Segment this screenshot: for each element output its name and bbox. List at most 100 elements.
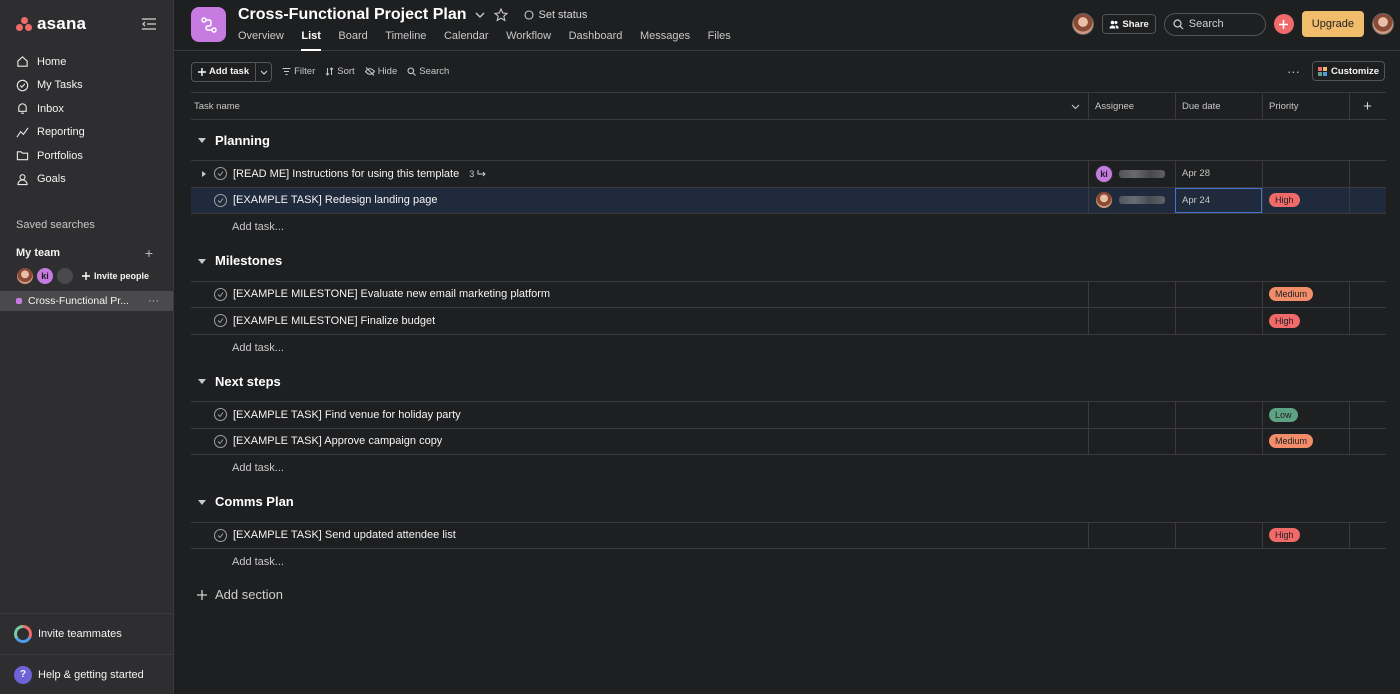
- task-name[interactable]: [EXAMPLE MILESTONE] Finalize budget: [233, 315, 435, 327]
- assignee-cell[interactable]: ki: [1088, 161, 1175, 187]
- global-search-input[interactable]: Search: [1163, 12, 1266, 36]
- tab-workflow[interactable]: Workflow: [506, 30, 551, 51]
- section-header[interactable]: Next steps: [191, 361, 1386, 402]
- assignee-cell[interactable]: [1088, 187, 1175, 213]
- task-name[interactable]: [EXAMPLE MILESTONE] Evaluate new email m…: [233, 288, 550, 300]
- assignee-cell[interactable]: [1088, 402, 1175, 428]
- caret-down-icon[interactable]: [197, 136, 207, 144]
- assignee-cell[interactable]: [1088, 308, 1175, 334]
- caret-right-icon[interactable]: [200, 170, 208, 178]
- task-name[interactable]: [EXAMPLE TASK] Approve campaign copy: [233, 435, 442, 447]
- table-row[interactable]: [EXAMPLE TASK] Redesign landing page Apr…: [191, 187, 1386, 214]
- task-name[interactable]: [EXAMPLE TASK] Find venue for holiday pa…: [233, 409, 461, 421]
- table-row[interactable]: [EXAMPLE TASK] Approve campaign copy Med…: [191, 428, 1386, 455]
- user-avatar[interactable]: [1372, 13, 1394, 35]
- sort-button[interactable]: Sort: [325, 66, 355, 77]
- task-name[interactable]: [EXAMPLE TASK] Send updated attendee lis…: [233, 529, 456, 541]
- add-team-project-button[interactable]: +: [145, 245, 153, 261]
- tab-overview[interactable]: Overview: [238, 30, 284, 51]
- add-task-inline[interactable]: Add task...: [191, 214, 1386, 241]
- section-header[interactable]: Milestones: [191, 241, 1386, 282]
- due-date-cell[interactable]: Apr 28: [1175, 161, 1262, 187]
- add-column-button[interactable]: +: [1349, 93, 1385, 119]
- sidebar-item-reporting[interactable]: Reporting: [0, 121, 173, 145]
- priority-cell[interactable]: Low: [1262, 402, 1349, 428]
- sidebar-item-my-tasks[interactable]: My Tasks: [0, 74, 173, 98]
- table-row[interactable]: [READ ME] Instructions for using this te…: [191, 161, 1386, 188]
- due-date-cell[interactable]: [1175, 428, 1262, 454]
- project-icon[interactable]: [191, 7, 226, 42]
- avatar[interactable]: ki: [36, 267, 54, 285]
- complete-checkbox[interactable]: [214, 193, 227, 207]
- priority-cell[interactable]: High: [1262, 187, 1349, 213]
- assignee-cell[interactable]: [1088, 428, 1175, 454]
- caret-down-icon[interactable]: [197, 257, 207, 265]
- priority-cell[interactable]: Medium: [1262, 281, 1349, 307]
- complete-checkbox[interactable]: [214, 287, 227, 301]
- table-row[interactable]: [EXAMPLE MILESTONE] Finalize budget High: [191, 308, 1386, 335]
- complete-checkbox[interactable]: [214, 167, 227, 181]
- hide-button[interactable]: Hide: [364, 66, 397, 77]
- due-date-cell[interactable]: [1175, 281, 1262, 307]
- add-task-inline[interactable]: Add task...: [191, 455, 1386, 482]
- sidebar-project-item[interactable]: Cross-Functional Pr... ···: [0, 291, 173, 311]
- more-options-button[interactable]: ···: [1287, 64, 1300, 79]
- member-avatar[interactable]: [1072, 13, 1095, 35]
- tab-messages[interactable]: Messages: [640, 30, 690, 51]
- avatar[interactable]: [56, 267, 74, 285]
- add-task-inline[interactable]: Add task...: [191, 335, 1386, 362]
- add-task-button[interactable]: Add task: [192, 62, 257, 81]
- filter-button[interactable]: Filter: [282, 66, 315, 77]
- saved-searches-label[interactable]: Saved searches: [0, 217, 173, 233]
- project-more-button[interactable]: ···: [148, 295, 159, 307]
- tab-files[interactable]: Files: [708, 30, 731, 51]
- caret-down-icon[interactable]: [197, 377, 207, 385]
- search-tasks-button[interactable]: Search: [407, 66, 449, 77]
- share-button[interactable]: Share: [1102, 14, 1156, 34]
- team-header[interactable]: My team +: [0, 245, 173, 261]
- priority-cell[interactable]: High: [1262, 522, 1349, 548]
- complete-checkbox[interactable]: [214, 408, 227, 422]
- table-row[interactable]: [EXAMPLE TASK] Find venue for holiday pa…: [191, 402, 1386, 429]
- subtask-count[interactable]: 3: [469, 169, 486, 179]
- column-assignee[interactable]: Assignee: [1088, 93, 1175, 119]
- table-row[interactable]: [EXAMPLE MILESTONE] Evaluate new email m…: [191, 281, 1386, 308]
- help-button[interactable]: ? Help & getting started: [0, 654, 173, 694]
- tab-board[interactable]: Board: [338, 30, 367, 51]
- assignee-cell[interactable]: [1088, 522, 1175, 548]
- priority-cell[interactable]: High: [1262, 308, 1349, 334]
- tab-calendar[interactable]: Calendar: [444, 30, 489, 51]
- section-header[interactable]: Comms Plan: [191, 482, 1386, 523]
- due-date-cell[interactable]: [1175, 402, 1262, 428]
- page-title[interactable]: Cross-Functional Project Plan: [238, 6, 466, 24]
- star-icon[interactable]: [494, 8, 509, 22]
- task-name[interactable]: [EXAMPLE TASK] Redesign landing page: [233, 194, 437, 206]
- add-task-inline[interactable]: Add task...: [191, 549, 1386, 576]
- due-date-cell[interactable]: Apr 24: [1175, 187, 1262, 213]
- invite-people-button[interactable]: Invite people: [82, 271, 149, 281]
- assignee-cell[interactable]: [1088, 281, 1175, 307]
- complete-checkbox[interactable]: [214, 314, 227, 328]
- priority-cell[interactable]: [1262, 161, 1349, 187]
- caret-down-icon[interactable]: [197, 498, 207, 506]
- sidebar-item-portfolios[interactable]: Portfolios: [0, 144, 173, 168]
- column-task-name[interactable]: Task name: [191, 93, 1088, 119]
- table-row[interactable]: [EXAMPLE TASK] Send updated attendee lis…: [191, 522, 1386, 549]
- add-section-button[interactable]: Add section: [191, 579, 1386, 611]
- tab-dashboard[interactable]: Dashboard: [569, 30, 623, 51]
- column-due-date[interactable]: Due date: [1175, 93, 1262, 119]
- asana-logo[interactable]: asana: [16, 14, 86, 34]
- sidebar-item-home[interactable]: Home: [0, 50, 173, 74]
- set-status-button[interactable]: Set status: [524, 9, 587, 21]
- sidebar-item-inbox[interactable]: Inbox: [0, 97, 173, 121]
- due-date-cell[interactable]: [1175, 522, 1262, 548]
- customize-button[interactable]: Customize: [1311, 61, 1385, 81]
- upgrade-button[interactable]: Upgrade: [1301, 11, 1364, 37]
- due-date-cell[interactable]: [1175, 308, 1262, 334]
- chevron-down-icon[interactable]: [474, 9, 486, 21]
- sidebar-item-goals[interactable]: Goals: [0, 168, 173, 192]
- tab-timeline[interactable]: Timeline: [385, 30, 426, 51]
- invite-teammates-button[interactable]: Invite teammates: [0, 613, 173, 654]
- add-task-dropdown[interactable]: [256, 63, 271, 81]
- section-header[interactable]: Planning: [191, 120, 1386, 161]
